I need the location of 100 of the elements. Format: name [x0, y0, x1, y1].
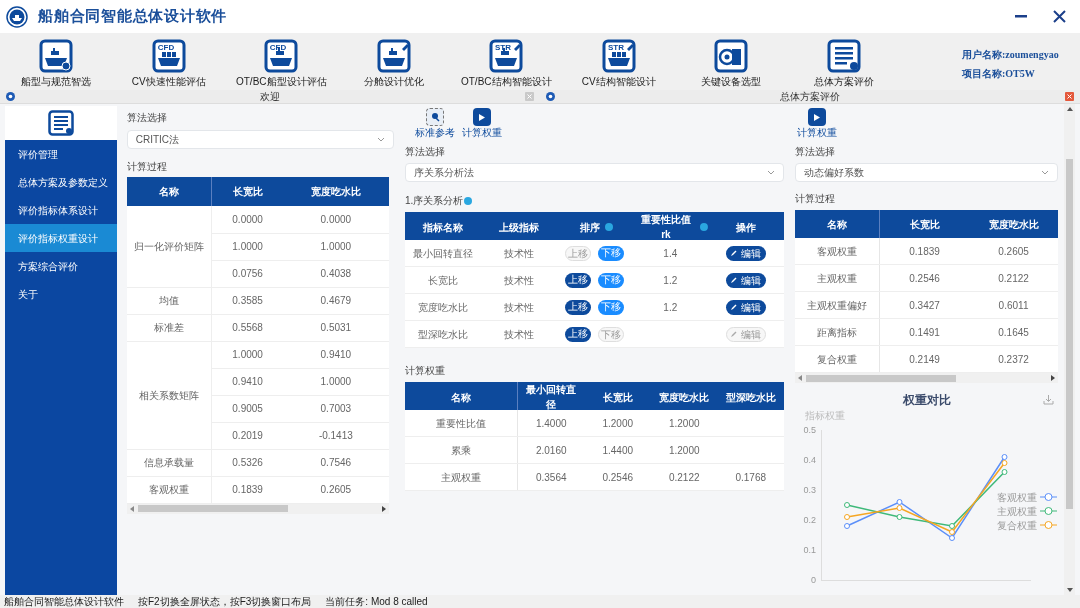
- column-header: 指标名称: [421, 220, 464, 235]
- table-cell-text: 主观权重: [816, 271, 859, 286]
- table-cell-text: 0.2122: [667, 470, 701, 485]
- y-tick-label: 0.2: [803, 515, 817, 525]
- table-cell: 0.3585: [211, 287, 283, 314]
- table-cell-text: 2.0160: [534, 443, 568, 458]
- column-header: 宽度吃水比: [987, 217, 1040, 232]
- section-label: 1.序关系分析: [405, 194, 464, 208]
- project-name: 项目名称:OT5W: [962, 67, 1036, 81]
- column-header: 排序: [579, 220, 601, 235]
- table-cell: 客观权重: [126, 476, 212, 503]
- column-header: 名称: [126, 177, 212, 206]
- table-cell-text: 1.2: [662, 300, 679, 315]
- table-cell: 0.5326: [211, 449, 283, 476]
- badge-label: CFD: [157, 43, 174, 52]
- table-cell-text: 0.1768: [734, 470, 768, 485]
- table-cell-text: 1.4400: [601, 443, 635, 458]
- column-header: 名称: [450, 390, 472, 405]
- table-cell: 1.0000: [211, 233, 283, 260]
- table-cell: 均值: [126, 287, 212, 314]
- table-cell: 0.5031: [283, 314, 389, 341]
- column-header: 最小回转直径: [525, 383, 578, 412]
- table-cell: 0.9410: [211, 368, 283, 395]
- pane-title: 欢迎: [259, 90, 281, 103]
- status-text: 船舶合同智能总体设计软件: [4, 595, 124, 608]
- table-cell-text: 0.2372: [997, 352, 1030, 367]
- section-label: 计算权重: [405, 364, 446, 378]
- chart-title: 权重对比: [902, 392, 951, 409]
- table-cell-text: 1.4000: [534, 416, 568, 431]
- table-cell: 0.0000: [283, 206, 389, 233]
- table-cell: 0.0756: [211, 260, 283, 287]
- window-title: 船舶合同智能总体设计软件: [38, 7, 227, 27]
- legend-label: 主观权重: [997, 506, 1038, 517]
- table-cell: 0.4679: [283, 287, 389, 314]
- table-cell-text: 0.2122: [997, 271, 1030, 286]
- section-label: 计算过程: [795, 192, 837, 206]
- table-cell-text: 0.3564: [534, 470, 568, 485]
- y-tick-label: 0.1: [803, 545, 817, 555]
- table-cell: 归一化评价矩阵: [126, 206, 212, 287]
- table-cell-text: 技术性: [502, 246, 535, 261]
- section-label: 算法选择: [126, 111, 168, 125]
- section-label: 计算过程: [126, 160, 168, 174]
- table-cell-text: 累乘: [450, 443, 472, 458]
- table-cell: -0.1413: [283, 422, 389, 449]
- table-cell-text: 1.2000: [601, 416, 635, 431]
- table-cell: 1.0000: [283, 233, 389, 260]
- legend-label: 复合权重: [997, 520, 1038, 531]
- table-cell-text: 长宽比: [426, 273, 459, 288]
- table-cell: 相关系数矩阵: [126, 341, 212, 449]
- table-cell-text: 0.2546: [601, 470, 635, 485]
- table-cell-text: 0.6011: [997, 298, 1030, 313]
- table-cell: 0.4038: [283, 260, 389, 287]
- table-cell: 0.7003: [283, 395, 389, 422]
- column-header: 长宽比: [601, 390, 634, 405]
- y-tick-label: 0.4: [803, 455, 817, 465]
- table-cell: 0.2019: [211, 422, 283, 449]
- table-cell-text: 距离指标: [816, 325, 859, 340]
- badge-label: STR: [495, 43, 512, 52]
- table-cell: 0.9005: [211, 395, 283, 422]
- section-label: 算法选择: [405, 145, 446, 159]
- table-cell-text: 复合权重: [816, 352, 859, 367]
- table-cell-text: 重要性比值: [435, 416, 487, 431]
- table-cell-text: 技术性: [502, 327, 535, 342]
- table-cell-text: 型深吃水比: [416, 327, 469, 342]
- table-cell: 标准差: [126, 314, 212, 341]
- column-header: 型深吃水比: [724, 390, 777, 405]
- table-cell-text: 0.2605: [997, 244, 1030, 259]
- table-cell-text: 0.2546: [908, 271, 941, 286]
- column-header: 宽度吃水比: [283, 177, 389, 206]
- user-name: 用户名称:zoumengyao: [962, 48, 1059, 62]
- table-cell-text: 1.2: [662, 273, 679, 288]
- column-header: 宽度吃水比: [658, 390, 711, 405]
- y-tick-label: 0.3: [803, 485, 817, 495]
- table-cell: 0.9410: [283, 341, 389, 368]
- table-cell: 0.1839: [211, 476, 283, 503]
- column-header: 操作: [735, 220, 758, 235]
- table-cell-text: 技术性: [502, 273, 535, 288]
- table-cell-text: 0.3427: [908, 298, 941, 313]
- table-cell: 0.7546: [283, 449, 389, 476]
- table-cell-text: 主观权重偏好: [806, 298, 869, 313]
- column-header: 长宽比: [211, 177, 283, 206]
- column-header: 长宽比: [908, 217, 941, 232]
- pane-title: 总体方案评价: [779, 90, 841, 103]
- table-cell: 0.5568: [211, 314, 283, 341]
- column-header: 重要性比值rk: [639, 213, 692, 242]
- table-cell-text: 0.1839: [908, 244, 941, 259]
- legend-label: 客观权重: [997, 492, 1038, 503]
- y-tick-label: 0.5: [803, 425, 817, 435]
- section-label: 算法选择: [795, 145, 837, 159]
- badge-label: STR: [607, 43, 624, 52]
- table-cell-text: 主观权重: [440, 470, 482, 485]
- status-text: 当前任务: Mod 8 called: [325, 595, 428, 608]
- table-cell-text: 最小回转直径: [411, 246, 474, 261]
- table-cell-text: 客观权重: [816, 244, 859, 259]
- badge-label: CFD: [270, 43, 287, 52]
- table-cell-text: 1.2000: [667, 443, 701, 458]
- table-cell-text: 技术性: [502, 300, 535, 315]
- table-cell: 0.2605: [283, 476, 389, 503]
- table-cell-text: 宽度吃水比: [416, 300, 469, 315]
- table-cell-text: 1.2000: [667, 416, 701, 431]
